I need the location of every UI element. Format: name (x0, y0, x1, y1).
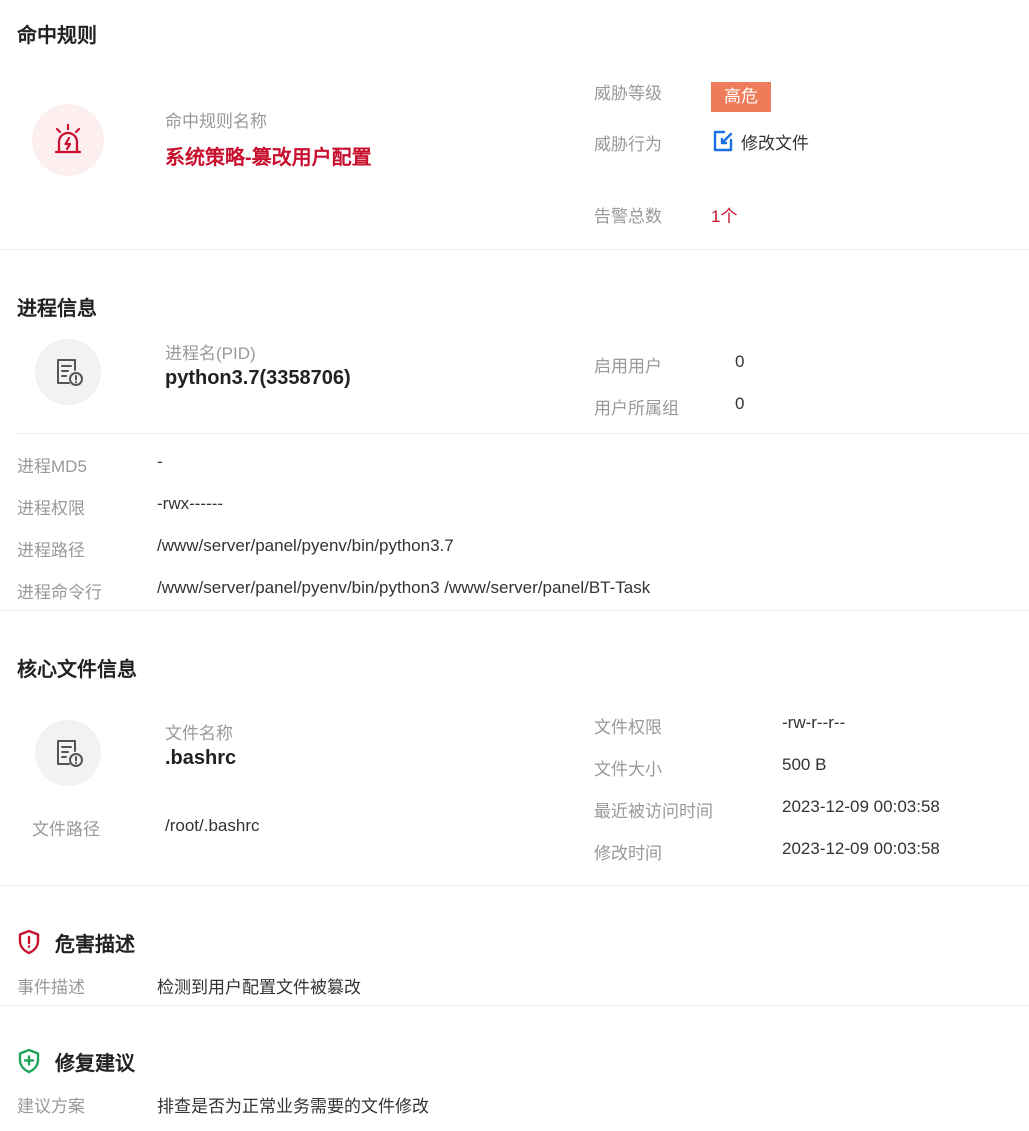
file-size-label: 文件大小 (594, 760, 662, 779)
start-user-label: 启用用户 (594, 357, 662, 376)
suggestion-value: 排查是否为正常业务需要的文件修改 (157, 1097, 429, 1116)
file-name-label: 文件名称 (165, 724, 233, 743)
alarm-count-label: 告警总数 (594, 207, 662, 226)
section-divider (0, 1005, 1029, 1006)
event-desc-label: 事件描述 (17, 978, 85, 997)
shield-alert-icon (18, 929, 40, 955)
modify-time-label: 修改时间 (594, 844, 662, 863)
process-md5-value: - (157, 452, 163, 471)
process-path-value: /www/server/panel/pyenv/bin/python3.7 (157, 536, 454, 555)
fix-section-title: 修复建议 (55, 1053, 135, 1075)
file-perm-label: 文件权限 (594, 718, 662, 737)
file-path-label: 文件路径 (32, 820, 100, 839)
last-access-value: 2023-12-09 00:03:58 (782, 797, 940, 816)
file-perm-value: -rw-r--r-- (782, 713, 846, 732)
file-section-title: 核心文件信息 (17, 659, 137, 681)
section-divider (0, 885, 1029, 886)
file-name-value: .bashrc (165, 747, 237, 769)
document-alert-icon (57, 740, 83, 767)
section-divider (0, 610, 1029, 611)
threat-level-badge: 高危 (711, 82, 771, 112)
process-cmdline-label: 进程命令行 (17, 583, 102, 602)
alarm-siren-icon (54, 123, 82, 154)
threat-behavior-label: 威胁行为 (594, 135, 662, 154)
process-perm-value: -rwx------ (157, 494, 224, 513)
file-size-value: 500 B (782, 755, 827, 774)
rule-name-value: 系统策略-篡改用户配置 (165, 147, 372, 169)
harm-section-title: 危害描述 (55, 934, 135, 956)
document-alert-icon (57, 359, 83, 386)
last-access-label: 最近被访问时间 (594, 802, 713, 821)
process-divider (17, 433, 1029, 434)
user-group-value: 0 (735, 394, 745, 413)
process-path-label: 进程路径 (17, 541, 85, 560)
file-icon-badge (35, 720, 101, 786)
start-user-value: 0 (735, 352, 745, 371)
shield-plus-icon (18, 1048, 40, 1074)
process-icon-badge (35, 339, 101, 405)
event-desc-value: 检测到用户配置文件被篡改 (157, 978, 361, 997)
rule-name-label: 命中规则名称 (165, 112, 267, 131)
rule-section-title: 命中规则 (17, 25, 97, 47)
process-cmdline-value: /www/server/panel/pyenv/bin/python3 /www… (157, 578, 651, 597)
section-divider (0, 249, 1029, 250)
suggestion-label: 建议方案 (17, 1097, 85, 1116)
process-section-title: 进程信息 (17, 298, 97, 320)
user-group-label: 用户所属组 (594, 399, 679, 418)
file-path-value: /root/.bashrc (165, 816, 260, 835)
process-md5-label: 进程MD5 (17, 457, 87, 476)
alarm-count-value: 1个 (711, 207, 738, 226)
threat-behavior-value: 修改文件 (741, 134, 809, 153)
alarm-icon-badge (32, 104, 104, 176)
process-perm-label: 进程权限 (17, 499, 85, 518)
modify-time-value: 2023-12-09 00:03:58 (782, 839, 940, 858)
process-name-label: 进程名(PID) (165, 344, 256, 363)
threat-level-label: 威胁等级 (594, 84, 662, 103)
modify-file-icon (713, 130, 733, 152)
process-name-value: python3.7(3358706) (165, 367, 351, 389)
